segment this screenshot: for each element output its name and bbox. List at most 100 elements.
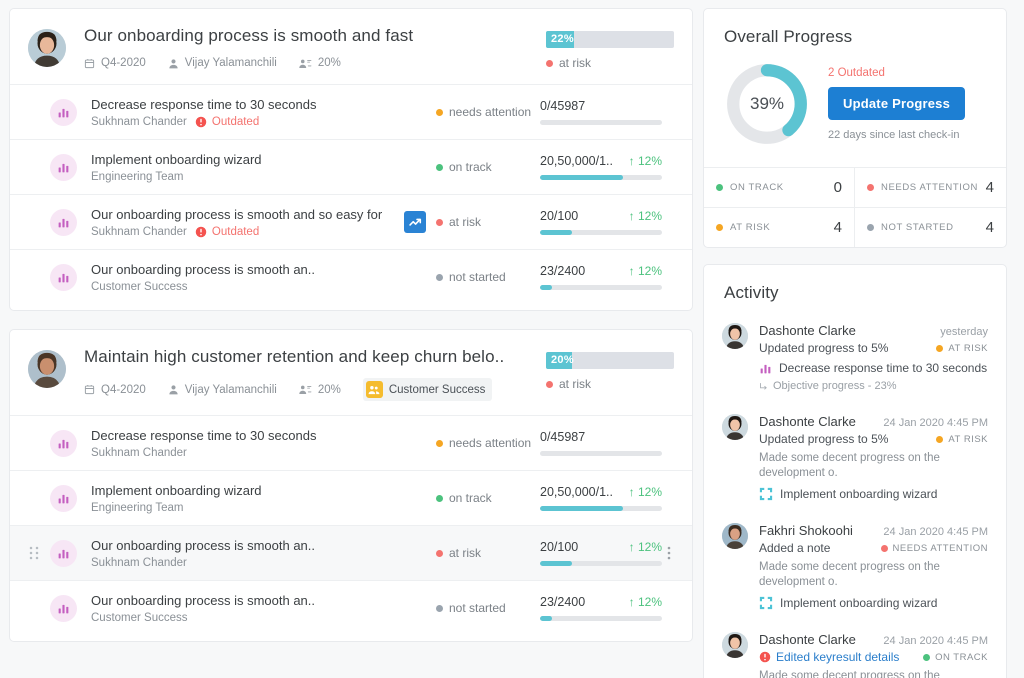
key-result-status: not started [436,601,540,615]
key-result-subline: Engineering Team [91,502,436,514]
objective-title[interactable]: Our onboarding process is smooth and fas… [84,25,546,47]
team-icon [366,381,383,398]
key-result-row[interactable]: Implement onboarding wizard Engineering T… [10,470,692,525]
key-result-progress-bar [540,285,662,290]
key-result-title[interactable]: Implement onboarding wizard [91,482,436,499]
key-result-row[interactable]: Our onboarding process is smooth an..Cus… [10,580,692,635]
status-dot [436,495,443,502]
key-result-subline: Sukhnam Chander [91,447,436,459]
right-column: Overall Progress 39% 2 Outdated Update P… [703,8,1007,670]
metric-top-row: 20/100↑ 12% [540,540,662,554]
status-summary-value: 4 [986,219,994,236]
key-result-subline: Sukhnam ChanderOutdated [91,116,436,128]
key-result-title[interactable]: Decrease response time to 30 seconds [91,427,436,444]
status-summary-label: NOT STARTED [874,222,986,233]
activity-reference[interactable]: Decrease response time to 30 seconds [759,361,988,375]
key-result-status: at risk [436,215,540,229]
key-result-text: Our onboarding process is smooth an.. Suk… [77,537,436,569]
key-result-title[interactable]: Our onboarding process is smooth an.. [91,261,436,278]
activity-reference[interactable]: Implement onboarding wizard [759,596,988,610]
key-result-title[interactable]: Our onboarding process is smooth and so … [91,206,404,223]
keyresult-bars-icon [50,99,77,126]
key-result-text: Decrease response time to 30 seconds Sukh… [77,427,436,459]
activity-action: Updated progress to 5% [759,432,936,446]
key-results-list: Decrease response time to 30 seconds Sukh… [10,84,692,310]
key-result-text: Our onboarding process is smooth and so … [77,206,404,238]
objective-team-badge[interactable]: Customer Success [363,378,493,401]
key-result-status-label: at risk [449,546,481,560]
activity-user-name: Dashonte Clarke [759,323,940,338]
activity-header-row: Dashonte Clarkeyesterday [759,323,988,338]
key-result-metric: 0/45987 [540,99,662,125]
key-result-progress-bar [540,506,662,511]
trend-chart-icon[interactable] [404,211,426,233]
key-result-metric: 20,50,000/1..↑ 12% [540,485,662,511]
key-result-owner: Sukhnam Chander [91,447,187,459]
metric-top-row: 20,50,000/1..↑ 12% [540,485,662,499]
activity-reference-label: Decrease response time to 30 seconds [779,361,987,375]
objective-owner-avatar [28,350,66,388]
metric-delta: ↑ 12% [625,540,662,554]
status-dot [923,654,930,661]
activity-item: Fakhri Shokoohi24 Jan 2020 4:45 PMAdded … [722,511,988,620]
activity-avatar [722,323,748,349]
status-summary-label: AT RISK [723,222,834,233]
key-result-title[interactable]: Implement onboarding wizard [91,151,436,168]
status-summary-cell[interactable]: AT RISK4 [704,208,855,247]
activity-action-label: Added a note [759,541,830,555]
key-result-row[interactable]: Decrease response time to 30 seconds Sukh… [10,415,692,470]
objective-owner: Vijay Yalamanchili [168,57,277,69]
status-summary-cell[interactable]: NEEDS ATTENTION4 [855,168,1006,208]
activity-body: Dashonte Clarkeyesterday Updated progress… [748,323,988,392]
activity-action-row: Edited keyresult detailsON TRACK [759,650,988,664]
keyresult-bars-icon [50,540,77,567]
row-menu-icon[interactable] [662,546,676,560]
activity-subnote-label: Objective progress - 23% [773,380,897,392]
status-dot [936,436,943,443]
key-result-row[interactable]: Our onboarding process is smooth and so … [10,194,692,249]
drag-handle-icon[interactable] [26,546,42,560]
key-result-status: needs attention [436,436,540,450]
update-progress-button[interactable]: Update Progress [828,87,965,120]
key-result-owner: Sukhnam Chander [91,557,187,569]
key-result-metric: 23/2400↑ 12% [540,595,662,621]
activity-action-label: Updated progress to 5% [759,432,888,446]
key-result-row[interactable]: Decrease response time to 30 seconds Sukh… [10,84,692,139]
key-result-row[interactable]: Implement onboarding wizardEngineering T… [10,139,692,194]
key-result-progress-bar [540,451,662,456]
key-result-title[interactable]: Our onboarding process is smooth an.. [91,537,436,554]
activity-action[interactable]: Edited keyresult details [759,650,923,664]
keyresult-bars-icon [50,264,77,291]
objective-meta: Q4-2020 Vijay Yalamanchili 20% [84,57,546,69]
activity-note: Made some decent progress on the develop… [759,669,988,678]
objective-weight: 20% [299,57,341,69]
quarter-label: Q4-2020 [101,57,146,69]
activity-card: Activity Dashonte ClarkeyesterdayUpdated… [703,264,1007,678]
metric-top-row: 23/2400↑ 12% [540,264,662,278]
key-result-text: Our onboarding process is smooth an..Cus… [77,592,436,624]
activity-action-label: Edited keyresult details [776,650,899,664]
objective-title[interactable]: Maintain high customer retention and kee… [84,346,546,368]
status-summary-cell[interactable]: NOT STARTED4 [855,208,1006,247]
activity-body: Dashonte Clarke24 Jan 2020 4:45 PMEdited… [748,632,988,678]
activity-action-label: Updated progress to 5% [759,341,888,355]
key-result-row[interactable]: Our onboarding process is smooth an..Cus… [10,249,692,304]
activity-item: Dashonte Clarke24 Jan 2020 4:45 PMUpdate… [722,402,988,511]
keyresult-bars-icon [50,430,77,457]
key-result-progress-bar [540,616,662,621]
weight-label: 20% [318,384,341,396]
status-dot [881,545,888,552]
activity-status-badge: AT RISK [936,343,988,354]
key-result-status-label: at risk [449,215,481,229]
key-result-title[interactable]: Decrease response time to 30 seconds [91,96,436,113]
key-result-subline: Sukhnam Chander [91,557,436,569]
status-dot [546,60,553,67]
metric-top-row: 0/45987 [540,99,662,113]
status-summary-cell[interactable]: ON TRACK0 [704,168,855,208]
key-result-status: on track [436,160,540,174]
key-result-row[interactable]: Our onboarding process is smooth an.. Suk… [10,525,692,580]
metric-value: 23/2400 [540,264,625,278]
key-result-title[interactable]: Our onboarding process is smooth an.. [91,592,436,609]
activity-reference[interactable]: Implement onboarding wizard [759,487,988,501]
activity-reference-label: Implement onboarding wizard [780,487,937,501]
